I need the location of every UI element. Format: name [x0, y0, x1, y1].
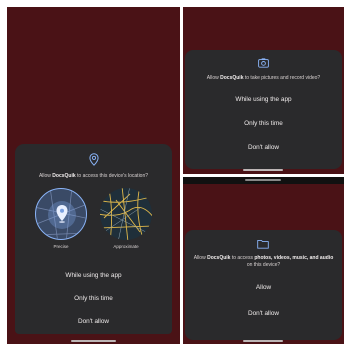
precise-map-graphic — [36, 189, 86, 239]
location-dont-allow-button[interactable]: Don't allow — [15, 318, 172, 326]
media-permission-sheet: Allow DocsQuik to access photos, videos,… — [185, 230, 342, 340]
camera-only-this-time-button[interactable]: Only this time — [185, 120, 342, 128]
gesture-bar[interactable] — [71, 340, 116, 342]
approximate-map-graphic — [100, 188, 152, 240]
folder-icon — [257, 239, 269, 249]
location-only-this-time-button[interactable]: Only this time — [15, 295, 172, 303]
location-permission-sheet: Allow DocsQuik to access this device's l… — [15, 144, 172, 334]
media-permission-screen: Allow DocsQuik to access photos, videos,… — [183, 177, 344, 344]
media-dont-allow-button[interactable]: Don't allow — [185, 310, 342, 318]
precise-location-option[interactable] — [35, 188, 87, 240]
camera-permission-sheet: Allow DocsQuik to take pictures and reco… — [185, 50, 342, 169]
camera-permission-screen: Allow DocsQuik to take pictures and reco… — [183, 7, 344, 174]
approximate-label: Approximate — [113, 244, 139, 249]
camera-dont-allow-button[interactable]: Don't allow — [185, 144, 342, 152]
gesture-bar[interactable] — [243, 340, 283, 342]
location-while-using-button[interactable]: While using the app — [15, 272, 172, 280]
approximate-location-option[interactable] — [100, 188, 152, 240]
camera-icon — [258, 58, 269, 68]
gesture-bar[interactable] — [243, 169, 283, 171]
top-handle — [245, 179, 281, 181]
location-pin-icon — [89, 153, 99, 166]
camera-prompt: Allow DocsQuik to take pictures and reco… — [206, 75, 321, 81]
location-permission-screen: Allow DocsQuik to access this device's l… — [7, 7, 180, 344]
media-prompt: Allow DocsQuik to access photos, videos,… — [193, 255, 334, 268]
location-prompt: Allow DocsQuik to access this device's l… — [38, 173, 149, 179]
media-allow-button[interactable]: Allow — [185, 284, 342, 292]
camera-while-using-button[interactable]: While using the app — [185, 96, 342, 104]
precise-label: Precise — [53, 244, 69, 249]
